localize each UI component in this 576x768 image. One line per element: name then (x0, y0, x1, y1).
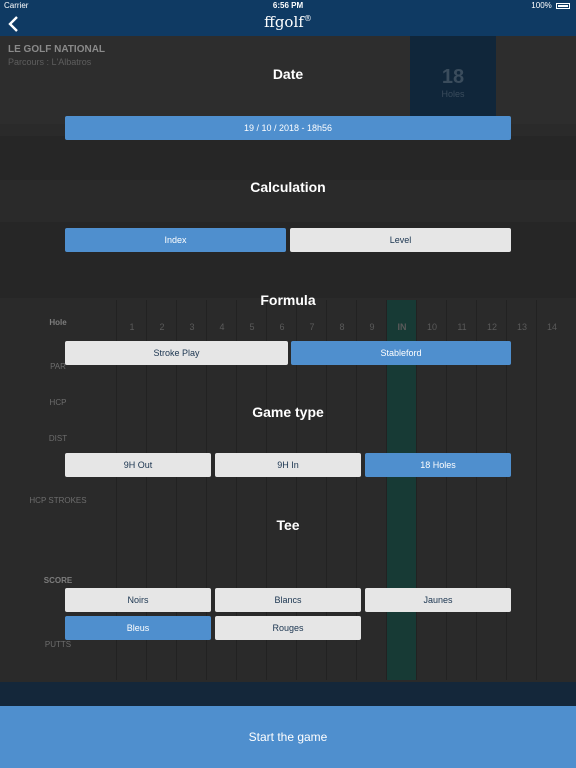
tee-option-rouges[interactable]: Rouges (215, 616, 361, 640)
tee-option-noirs[interactable]: Noirs (65, 588, 211, 612)
tee-title: Tee (276, 517, 300, 533)
battery-icon (556, 2, 570, 9)
status-bar: Carrier 6:56 PM 100% (0, 0, 576, 12)
game-type-option-9h-out[interactable]: 9H Out (65, 453, 211, 477)
date-title: Date (272, 66, 304, 82)
game-settings-panel: Date 19 / 10 / 2018 - 18h56 Calculation … (0, 36, 576, 706)
registered-mark: ® (303, 14, 312, 23)
tee-option-bleus[interactable]: Bleus (65, 616, 211, 640)
battery-indicator: 100% (531, 1, 570, 10)
game-type-option-9h-in[interactable]: 9H In (215, 453, 361, 477)
tee-option-jaunes[interactable]: Jaunes (365, 588, 511, 612)
game-type-title: Game type (252, 404, 324, 420)
calculation-option-level[interactable]: Level (290, 228, 511, 252)
date-picker-button[interactable]: 19 / 10 / 2018 - 18h56 (65, 116, 511, 140)
clock: 6:56 PM (272, 1, 304, 10)
brand-logo: ffgolf® (0, 13, 576, 31)
calculation-option-index[interactable]: Index (65, 228, 286, 252)
brand-name: ffgolf (264, 13, 304, 31)
game-type-option-18-holes[interactable]: 18 Holes (365, 453, 511, 477)
nav-bar: ffgolf® (0, 12, 576, 36)
calculation-title: Calculation (250, 179, 326, 195)
formula-title: Formula (260, 292, 316, 308)
battery-percent: 100% (531, 1, 552, 10)
start-game-button[interactable]: Start the game (0, 706, 576, 768)
formula-option-stroke-play[interactable]: Stroke Play (65, 341, 288, 365)
tee-option-blancs[interactable]: Blancs (215, 588, 361, 612)
formula-option-stableford[interactable]: Stableford (291, 341, 511, 365)
